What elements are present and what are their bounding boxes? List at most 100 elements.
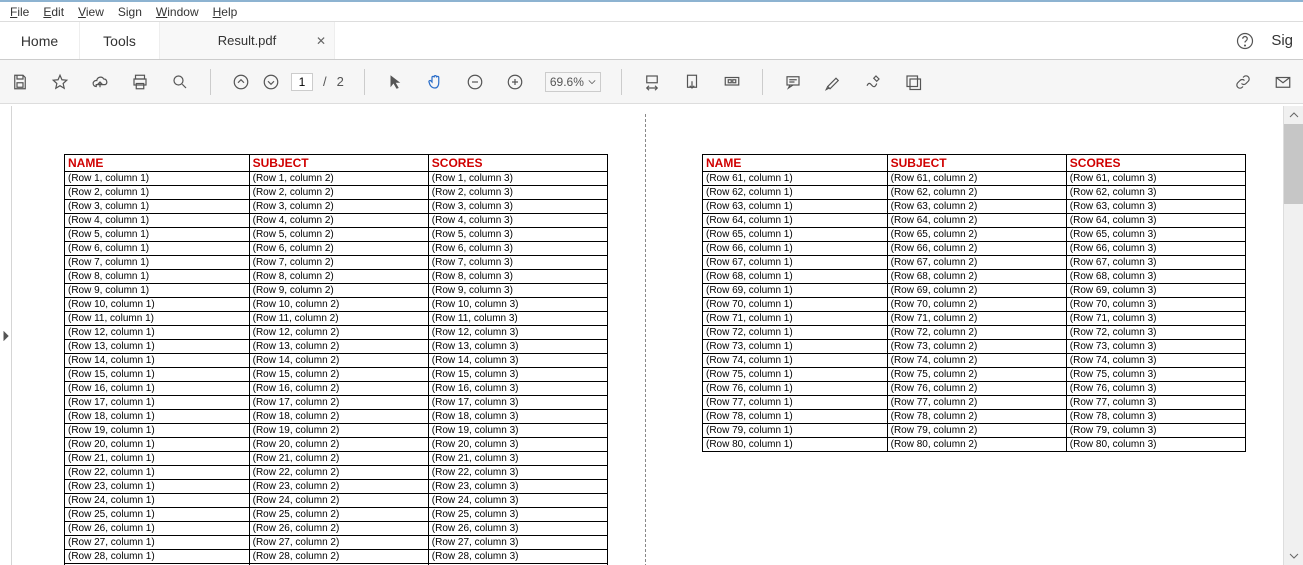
table-cell: (Row 75, column 2) bbox=[887, 368, 1066, 382]
table-row: (Row 19, column 1)(Row 19, column 2)(Row… bbox=[65, 424, 608, 438]
table-cell: (Row 12, column 1) bbox=[65, 326, 250, 340]
page-separator: / bbox=[323, 74, 327, 89]
table-cell: (Row 71, column 3) bbox=[1066, 312, 1245, 326]
result-table-1: NAME SUBJECT SCORES (Row 1, column 1)(Ro… bbox=[64, 154, 608, 565]
vertical-scrollbar[interactable] bbox=[1283, 106, 1303, 565]
table-cell: (Row 24, column 2) bbox=[249, 494, 428, 508]
table-cell: (Row 75, column 3) bbox=[1066, 368, 1245, 382]
page-number-input[interactable] bbox=[291, 73, 313, 91]
comment-icon[interactable] bbox=[783, 72, 803, 92]
chevron-down-icon bbox=[588, 78, 596, 86]
table-row: (Row 20, column 1)(Row 20, column 2)(Row… bbox=[65, 438, 608, 452]
search-icon[interactable] bbox=[170, 72, 190, 92]
table-row: (Row 8, column 1)(Row 8, column 2)(Row 8… bbox=[65, 270, 608, 284]
table-cell: (Row 79, column 1) bbox=[703, 424, 888, 438]
menu-sign[interactable]: Sign bbox=[118, 5, 142, 19]
table-cell: (Row 14, column 2) bbox=[249, 354, 428, 368]
table-cell: (Row 2, column 3) bbox=[428, 186, 607, 200]
table-row: (Row 22, column 1)(Row 22, column 2)(Row… bbox=[65, 466, 608, 480]
table-row: (Row 18, column 1)(Row 18, column 2)(Row… bbox=[65, 410, 608, 424]
table-cell: (Row 5, column 2) bbox=[249, 228, 428, 242]
menu-edit[interactable]: Edit bbox=[43, 5, 64, 19]
table-cell: (Row 12, column 3) bbox=[428, 326, 607, 340]
col-scores: SCORES bbox=[1066, 155, 1245, 172]
zoom-out-icon[interactable] bbox=[465, 72, 485, 92]
page-total: 2 bbox=[337, 74, 344, 89]
table-cell: (Row 24, column 1) bbox=[65, 494, 250, 508]
help-icon[interactable] bbox=[1235, 31, 1255, 51]
zoom-select[interactable]: 69.6% bbox=[545, 72, 601, 92]
cloud-icon[interactable] bbox=[90, 72, 110, 92]
table-cell: (Row 13, column 1) bbox=[65, 340, 250, 354]
email-icon[interactable] bbox=[1273, 72, 1293, 92]
table-cell: (Row 26, column 3) bbox=[428, 522, 607, 536]
star-icon[interactable] bbox=[50, 72, 70, 92]
table-cell: (Row 65, column 2) bbox=[887, 228, 1066, 242]
menu-view[interactable]: View bbox=[78, 5, 104, 19]
fit-width-icon[interactable] bbox=[642, 72, 662, 92]
table-cell: (Row 23, column 1) bbox=[65, 480, 250, 494]
save-icon[interactable] bbox=[10, 72, 30, 92]
sign-in-link[interactable]: Sig bbox=[1271, 32, 1293, 49]
table-cell: (Row 69, column 2) bbox=[887, 284, 1066, 298]
menu-file[interactable]: File bbox=[10, 5, 29, 19]
table-cell: (Row 7, column 1) bbox=[65, 256, 250, 270]
table-cell: (Row 21, column 1) bbox=[65, 452, 250, 466]
table-cell: (Row 3, column 1) bbox=[65, 200, 250, 214]
arrow-cursor-icon[interactable] bbox=[385, 72, 405, 92]
table-cell: (Row 70, column 3) bbox=[1066, 298, 1245, 312]
table-cell: (Row 22, column 1) bbox=[65, 466, 250, 480]
table-cell: (Row 61, column 1) bbox=[703, 172, 888, 186]
table-cell: (Row 71, column 1) bbox=[703, 312, 888, 326]
table-cell: (Row 16, column 2) bbox=[249, 382, 428, 396]
read-mode-icon[interactable] bbox=[722, 72, 742, 92]
zoom-in-icon[interactable] bbox=[505, 72, 525, 92]
table-row: (Row 11, column 1)(Row 11, column 2)(Row… bbox=[65, 312, 608, 326]
print-icon[interactable] bbox=[130, 72, 150, 92]
table-cell: (Row 27, column 3) bbox=[428, 536, 607, 550]
table-cell: (Row 74, column 1) bbox=[703, 354, 888, 368]
table-row: (Row 64, column 1)(Row 64, column 2)(Row… bbox=[703, 214, 1246, 228]
scroll-down-icon[interactable] bbox=[1284, 547, 1303, 565]
menu-window[interactable]: Window bbox=[156, 5, 199, 19]
share-link-icon[interactable] bbox=[1233, 72, 1253, 92]
menu-help[interactable]: Help bbox=[213, 5, 238, 19]
tab-document[interactable]: Result.pdf ✕ bbox=[160, 22, 335, 59]
table-cell: (Row 79, column 2) bbox=[887, 424, 1066, 438]
table-cell: (Row 66, column 3) bbox=[1066, 242, 1245, 256]
table-cell: (Row 15, column 3) bbox=[428, 368, 607, 382]
separator bbox=[210, 69, 211, 95]
table-cell: (Row 67, column 3) bbox=[1066, 256, 1245, 270]
highlight-icon[interactable] bbox=[823, 72, 843, 92]
table-cell: (Row 24, column 3) bbox=[428, 494, 607, 508]
page-up-icon[interactable] bbox=[231, 72, 251, 92]
table-cell: (Row 10, column 3) bbox=[428, 298, 607, 312]
tab-document-label: Result.pdf bbox=[218, 33, 277, 48]
stamp-icon[interactable] bbox=[903, 72, 923, 92]
table-cell: (Row 64, column 2) bbox=[887, 214, 1066, 228]
table-cell: (Row 75, column 1) bbox=[703, 368, 888, 382]
table-cell: (Row 3, column 2) bbox=[249, 200, 428, 214]
table-cell: (Row 74, column 3) bbox=[1066, 354, 1245, 368]
table-row: (Row 26, column 1)(Row 26, column 2)(Row… bbox=[65, 522, 608, 536]
table-cell: (Row 17, column 1) bbox=[65, 396, 250, 410]
table-row: (Row 12, column 1)(Row 12, column 2)(Row… bbox=[65, 326, 608, 340]
sidebar-toggle[interactable] bbox=[0, 106, 12, 565]
close-icon[interactable]: ✕ bbox=[316, 34, 326, 48]
table-cell: (Row 17, column 3) bbox=[428, 396, 607, 410]
table-row: (Row 73, column 1)(Row 73, column 2)(Row… bbox=[703, 340, 1246, 354]
table-cell: (Row 10, column 2) bbox=[249, 298, 428, 312]
page-down-icon[interactable] bbox=[261, 72, 281, 92]
tab-home[interactable]: Home bbox=[0, 22, 80, 59]
fit-page-icon[interactable] bbox=[682, 72, 702, 92]
sign-icon[interactable] bbox=[863, 72, 883, 92]
hand-tool-icon[interactable] bbox=[425, 72, 445, 92]
table-cell: (Row 78, column 1) bbox=[703, 410, 888, 424]
tab-tools[interactable]: Tools bbox=[80, 22, 160, 59]
table-cell: (Row 67, column 1) bbox=[703, 256, 888, 270]
table-cell: (Row 73, column 2) bbox=[887, 340, 1066, 354]
scroll-up-icon[interactable] bbox=[1284, 106, 1303, 124]
table-cell: (Row 79, column 3) bbox=[1066, 424, 1245, 438]
table-cell: (Row 63, column 1) bbox=[703, 200, 888, 214]
scroll-thumb[interactable] bbox=[1284, 124, 1303, 204]
